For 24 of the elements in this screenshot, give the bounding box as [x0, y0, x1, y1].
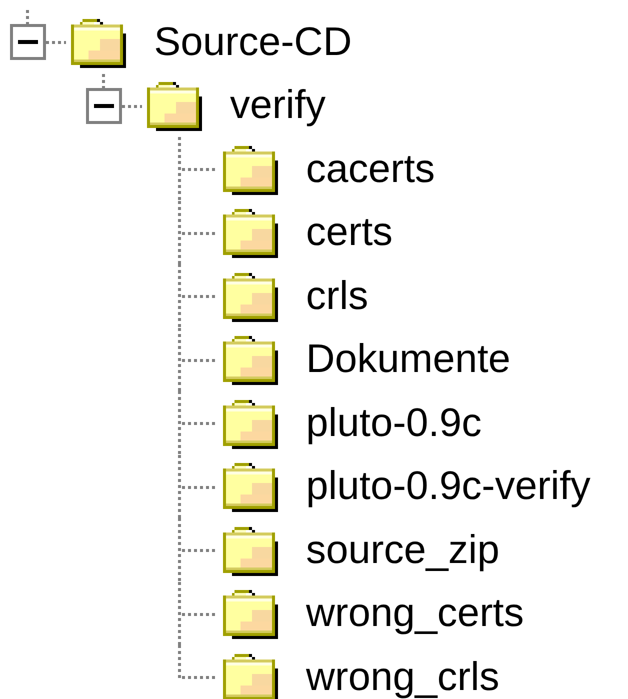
- tree-line: [178, 518, 218, 582]
- tree-line: [178, 264, 218, 328]
- folder-label[interactable]: Source-CD: [154, 22, 352, 62]
- tree-line: [178, 137, 218, 201]
- tree-line: [26, 10, 29, 24]
- folder-label[interactable]: verify: [230, 85, 326, 126]
- folder-label[interactable]: pluto-0.9c-verify: [306, 466, 591, 506]
- folder-label[interactable]: wrong_crls: [306, 656, 500, 697]
- folder-label[interactable]: cacerts: [306, 148, 435, 189]
- folder-label[interactable]: crls: [306, 276, 368, 316]
- folder-label[interactable]: pluto-0.9c: [306, 402, 482, 443]
- tree-line: [46, 41, 66, 44]
- tree-line: [178, 391, 218, 455]
- folder-label[interactable]: source_zip: [306, 530, 500, 570]
- folder-label[interactable]: Dokumente: [306, 339, 511, 380]
- collapse-toggle[interactable]: [10, 24, 46, 60]
- tree-line: [102, 74, 105, 88]
- tree-line: [122, 104, 142, 108]
- tree-line: [178, 454, 218, 518]
- tree-line: [178, 328, 218, 392]
- collapse-toggle[interactable]: [86, 88, 122, 124]
- tree-line: [178, 200, 218, 264]
- folder-label[interactable]: wrong_certs: [306, 593, 524, 634]
- folder-label[interactable]: certs: [306, 212, 393, 252]
